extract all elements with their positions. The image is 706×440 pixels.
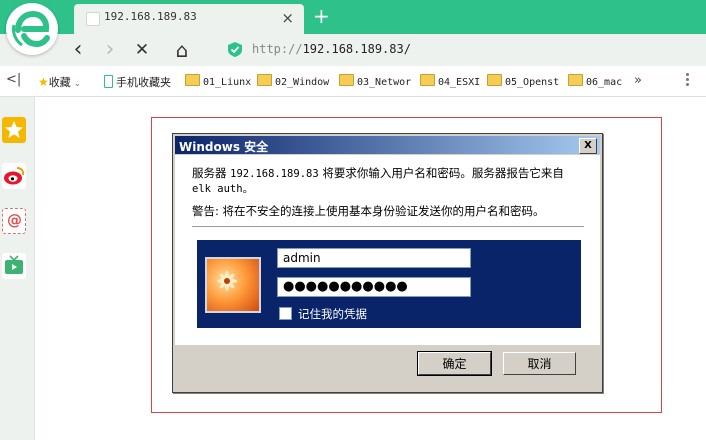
- tv-icon: [5, 255, 23, 274]
- checkbox-icon[interactable]: [279, 307, 292, 320]
- address-url[interactable]: http://192.168.189.83/: [252, 42, 411, 56]
- windows-security-dialog: Windows 安全 X 服务器 192.168.189.83 将要求你输入用户…: [172, 133, 603, 393]
- address-bar[interactable]: http://192.168.189.83/: [218, 37, 706, 63]
- user-avatar-icon: [205, 257, 261, 313]
- side-panel: @: [0, 97, 35, 440]
- tab-title: 192.168.189.83: [104, 10, 197, 23]
- bookmark-mobile[interactable]: 手机收藏夹: [104, 74, 171, 90]
- dialog-title-bar[interactable]: Windows 安全 X: [175, 136, 600, 154]
- back-button[interactable]: ‹: [66, 38, 90, 62]
- dialog-close-button[interactable]: X: [579, 138, 597, 154]
- bookmarks-bar: <| ★收藏 ⌄ 手机收藏夹 01_Liunx 02_Window 03_Net…: [0, 68, 706, 97]
- tab-active[interactable]: 192.168.189.83 ×: [74, 4, 304, 34]
- star-icon: [5, 121, 23, 138]
- folder-icon: [420, 74, 435, 86]
- folder-icon: [257, 74, 272, 86]
- mail-side-button[interactable]: @: [2, 208, 26, 234]
- stop-button[interactable]: ✕: [130, 38, 154, 62]
- more-bookmarks-button[interactable]: »: [634, 73, 642, 88]
- username-input[interactable]: admin: [277, 248, 471, 268]
- shield-icon: [228, 42, 242, 57]
- bookmark-folder-01[interactable]: 01_Liunx: [185, 74, 251, 90]
- menu-icon[interactable]: [686, 73, 690, 91]
- security-warning: 警告: 将在不安全的连接上使用基本身份验证发送你的用户名和密码。: [192, 204, 545, 218]
- weibo-icon: [4, 167, 25, 185]
- auth-message: 服务器 192.168.189.83 将要求你输入用户名和密码。服务器报告它来自…: [192, 166, 564, 195]
- star-icon: ★: [38, 75, 49, 89]
- cancel-button[interactable]: 取消: [503, 352, 576, 375]
- password-input[interactable]: ●●●●●●●●●●●: [277, 277, 471, 297]
- ok-button[interactable]: 确定: [417, 351, 492, 376]
- bookmark-folder-06[interactable]: 06_mac: [568, 74, 622, 90]
- browser-logo-icon[interactable]: [6, 3, 58, 55]
- dialog-title: Windows 安全: [179, 140, 269, 154]
- page-icon: [86, 12, 100, 26]
- new-tab-button[interactable]: +: [313, 4, 330, 28]
- remember-label: 记住我的凭据: [298, 307, 367, 321]
- bookmark-favorites[interactable]: ★收藏 ⌄: [38, 74, 81, 90]
- mail-icon: @: [7, 211, 22, 229]
- weibo-side-button[interactable]: [2, 163, 26, 189]
- tab-close-icon[interactable]: ×: [281, 9, 294, 27]
- forward-button[interactable]: ›: [98, 38, 122, 62]
- folder-icon: [568, 74, 583, 86]
- dialog-body: 服务器 192.168.189.83 将要求你输入用户名和密码。服务器报告它来自…: [175, 155, 600, 345]
- bookmark-folder-02[interactable]: 02_Window: [257, 74, 329, 90]
- folder-icon: [339, 74, 354, 86]
- phone-icon: [104, 75, 113, 88]
- navigation-bar: ‹ › ✕ ⌂ http://192.168.189.83/: [0, 34, 706, 66]
- remember-credentials-checkbox[interactable]: 记住我的凭据: [279, 306, 367, 322]
- tab-strip: 192.168.189.83 × +: [0, 0, 706, 55]
- divider: [192, 226, 584, 227]
- home-button[interactable]: ⌂: [170, 38, 194, 62]
- bookmark-folder-04[interactable]: 04_ESXI: [420, 74, 480, 90]
- sidebar-toggle-icon[interactable]: <|: [6, 72, 21, 87]
- bookmark-folder-05[interactable]: 05_Openst: [487, 74, 559, 90]
- bookmark-folder-03[interactable]: 03_Networ: [339, 74, 411, 90]
- favorites-side-button[interactable]: [2, 117, 26, 143]
- folder-icon: [487, 74, 502, 86]
- credential-panel: admin ●●●●●●●●●●● 记住我的凭据: [197, 240, 581, 328]
- video-side-button[interactable]: [2, 253, 26, 279]
- folder-icon: [185, 74, 200, 86]
